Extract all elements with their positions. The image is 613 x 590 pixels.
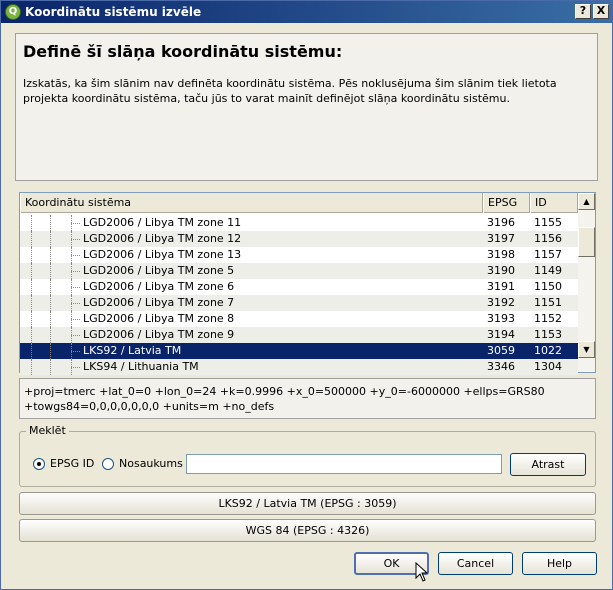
crs-selector-dialog: Q Koordinātu sistēmu izvēle ? X Definē š…	[0, 0, 613, 590]
scrollbar-thumb[interactable]	[578, 227, 595, 257]
epsg-cell: 3059	[487, 344, 515, 357]
id-cell: 1149	[534, 264, 562, 277]
table-row[interactable]: LGD2006 / Libya TM zone 8 3193 1152	[20, 311, 578, 327]
table-row[interactable]: LGD2006 / Libya TM zone 11 3196 1155	[20, 215, 578, 231]
crs-name-cell: LGD2006 / Libya TM zone 5	[83, 264, 235, 277]
qgis-app-icon: Q	[5, 4, 21, 20]
search-group-label: Meklēt	[26, 424, 69, 437]
search-group: Meklēt EPSG ID Nosaukums Atrast	[19, 424, 596, 487]
epsg-cell: 3190	[487, 264, 515, 277]
column-header-epsg[interactable]: EPSG	[483, 193, 530, 213]
help-question-icon[interactable]: ?	[575, 4, 591, 19]
table-row[interactable]: LGD2006 / Libya TM zone 7 3192 1151	[20, 295, 578, 311]
info-panel: Definē šī slāņa koordinātu sistēmu: Izsk…	[15, 33, 598, 181]
search-input[interactable]	[186, 454, 502, 474]
vertical-scrollbar[interactable]: ▲ ▼	[578, 193, 595, 372]
table-row[interactable]: LGD2006 / Libya TM zone 9 3194 1153	[20, 327, 578, 343]
epsg-cell: 3196	[487, 216, 515, 229]
mouse-cursor-icon	[415, 562, 429, 582]
window-title: Koordinātu sistēmu izvēle	[25, 5, 202, 19]
epsg-cell: 3192	[487, 296, 515, 309]
recent-crs-button-1[interactable]: LKS92 / Latvia TM (EPSG : 3059)	[19, 492, 596, 515]
id-cell: 1022	[534, 344, 562, 357]
info-heading: Definē šī slāņa koordinātu sistēmu:	[23, 42, 343, 61]
close-icon[interactable]: X	[593, 4, 609, 19]
epsg-cell: 3346	[487, 360, 515, 373]
crs-name-cell: LGD2006 / Libya TM zone 12	[83, 232, 242, 245]
id-cell: 1152	[534, 312, 562, 325]
id-cell: 1156	[534, 232, 562, 245]
info-description: Izskatās, ka šim slānim nav definēta koo…	[23, 77, 557, 105]
title-bar[interactable]: Q Koordinātu sistēmu izvēle ? X	[1, 1, 612, 23]
radio-name-label[interactable]: Nosaukums	[119, 457, 183, 470]
table-row[interactable]: LKS94 / Lithuania TM 3346 1304	[20, 359, 578, 375]
tree-header: Koordinātu sistēma EPSG ID	[20, 193, 578, 213]
proj-line-2: +towgs84=0,0,0,0,0,0,0 +units=m +no_defs	[24, 400, 275, 413]
column-header-crs[interactable]: Koordinātu sistēma	[20, 193, 483, 213]
radio-name[interactable]	[102, 458, 114, 470]
table-row[interactable]: LGD2006 / Libya TM zone 13 3198 1157	[20, 247, 578, 263]
proj-definition: +proj=tmerc +lat_0=0 +lon_0=24 +k=0.9996…	[19, 378, 596, 419]
epsg-cell: 3194	[487, 328, 515, 341]
help-button[interactable]: Help	[522, 552, 597, 575]
crs-name-cell: LKS94 / Lithuania TM	[83, 360, 199, 373]
proj-line-1: +proj=tmerc +lat_0=0 +lon_0=24 +k=0.9996…	[24, 385, 545, 398]
id-cell: 1151	[534, 296, 562, 309]
find-button[interactable]: Atrast	[510, 453, 586, 476]
column-header-id[interactable]: ID	[530, 193, 578, 213]
table-row[interactable]: LGD2006 / Libya TM zone 12 3197 1156	[20, 231, 578, 247]
id-cell: 1157	[534, 248, 562, 261]
crs-tree[interactable]: Koordinātu sistēma EPSG ID LGD2006 / Lib…	[19, 192, 596, 375]
table-row[interactable]: LGD2006 / Libya TM zone 6 3191 1150	[20, 279, 578, 295]
epsg-cell: 3191	[487, 280, 515, 293]
radio-epsg-id[interactable]	[33, 458, 45, 470]
epsg-cell: 3198	[487, 248, 515, 261]
crs-name-cell: LKS92 / Latvia TM	[83, 344, 182, 357]
epsg-cell: 3197	[487, 232, 515, 245]
radio-epsg-id-label[interactable]: EPSG ID	[50, 457, 94, 470]
id-cell: 1153	[534, 328, 562, 341]
cancel-button[interactable]: Cancel	[438, 552, 513, 575]
crs-name-cell: LGD2006 / Libya TM zone 8	[83, 312, 235, 325]
scroll-down-icon[interactable]: ▼	[578, 341, 595, 358]
crs-name-cell: LGD2006 / Libya TM zone 7	[83, 296, 235, 309]
crs-name-cell: LGD2006 / Libya TM zone 9	[83, 328, 235, 341]
table-row[interactable]: LKS92 / Latvia TM 3059 1022	[20, 343, 578, 359]
epsg-cell: 3193	[487, 312, 515, 325]
crs-name-cell: LGD2006 / Libya TM zone 13	[83, 248, 242, 261]
crs-name-cell: LGD2006 / Libya TM zone 11	[83, 216, 242, 229]
scroll-up-icon[interactable]: ▲	[578, 193, 595, 210]
recent-crs-button-2[interactable]: WGS 84 (EPSG : 4326)	[19, 519, 596, 542]
crs-name-cell: LGD2006 / Libya TM zone 6	[83, 280, 235, 293]
id-cell: 1155	[534, 216, 562, 229]
table-row[interactable]: LGD2006 / Libya TM zone 5 3190 1149	[20, 263, 578, 279]
id-cell: 1150	[534, 280, 562, 293]
id-cell: 1304	[534, 360, 562, 373]
